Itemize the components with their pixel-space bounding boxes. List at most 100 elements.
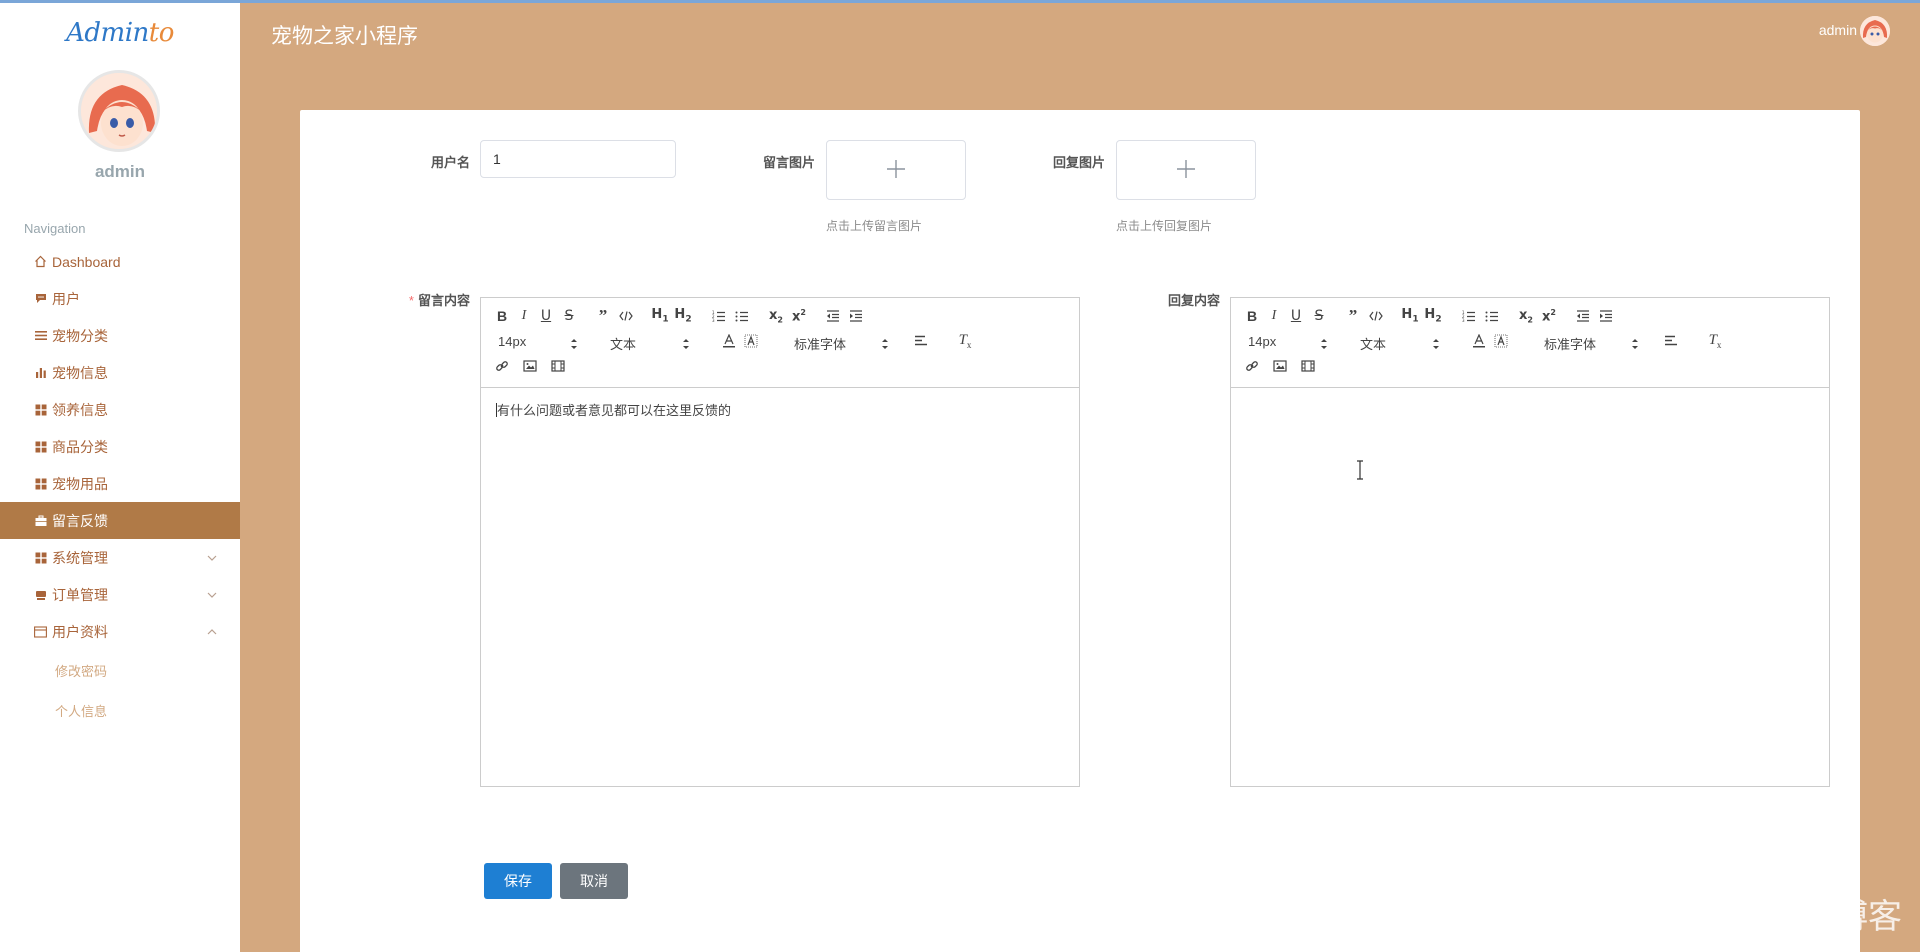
sidebar-subitem-change-password[interactable]: 修改密码: [0, 650, 240, 690]
text-color-icon[interactable]: [718, 331, 740, 351]
username-label: 用户名: [430, 155, 470, 170]
bold-icon[interactable]: B: [491, 306, 513, 326]
sidebar-item-product-category[interactable]: 商品分类: [0, 428, 240, 465]
code-block-icon[interactable]: [615, 306, 637, 326]
save-button[interactable]: 保存: [484, 863, 552, 899]
reply-content-label: 回复内容: [1167, 293, 1220, 308]
font-family-select[interactable]: 标准字体: [794, 334, 889, 354]
content-editor-body[interactable]: 有什么问题或者意见都可以在这里反馈的: [481, 388, 1079, 786]
strike-icon[interactable]: S: [1308, 306, 1330, 326]
image-icon[interactable]: [519, 356, 541, 376]
italic-icon[interactable]: I: [513, 306, 535, 326]
sidebar-username: admin: [94, 162, 146, 181]
chevron-down-icon: [206, 551, 218, 563]
top-accent-line: [0, 0, 1920, 3]
header-avatar[interactable]: [1860, 16, 1890, 46]
sidebar-item-profile[interactable]: 用户资料: [0, 613, 240, 650]
sidebar-subitem-personal-info[interactable]: 个人信息: [0, 690, 240, 730]
superscript-icon[interactable]: x2: [788, 306, 810, 326]
message-image-upload[interactable]: [826, 140, 966, 200]
sidebar-item-dashboard[interactable]: Dashboard: [0, 243, 240, 280]
h2-icon[interactable]: H2: [672, 306, 694, 326]
username-input[interactable]: [480, 140, 676, 178]
bar-chart-icon: [33, 366, 48, 379]
indent-icon[interactable]: [845, 306, 867, 326]
app-logo[interactable]: Adminto: [0, 18, 240, 48]
sidebar-item-pet-info[interactable]: 宠物信息: [0, 354, 240, 391]
h2-icon[interactable]: H2: [1422, 306, 1444, 326]
image-icon[interactable]: [1269, 356, 1291, 376]
content-editor-toolbar: B I U S ” H1 H2 1 2 3 x2 x2 14px 文本 标准字体 Tx: [481, 298, 1079, 388]
link-icon[interactable]: [1241, 356, 1263, 376]
sidebar-item-adoption[interactable]: 领养信息: [0, 391, 240, 428]
reply-editor-toolbar: B I U S ” H1 H2 1 2 3 x2 x2 14px 文本 标准字体 Tx: [1231, 298, 1829, 388]
text-color-icon[interactable]: [1468, 331, 1490, 351]
clean-icon[interactable]: Tx: [1704, 331, 1726, 351]
svg-text:3: 3: [1462, 318, 1465, 322]
nav-heading: Navigation: [24, 221, 86, 236]
video-icon[interactable]: [547, 356, 569, 376]
strike-icon[interactable]: S: [558, 306, 580, 326]
header-select[interactable]: 文本: [610, 334, 690, 354]
grid-icon: [33, 477, 48, 490]
reply-image-upload[interactable]: [1116, 140, 1256, 200]
reply-editor[interactable]: B I U S ” H1 H2 1 2 3 x2 x2 14px 文本 标准字体 Tx: [1230, 297, 1830, 787]
clean-icon[interactable]: Tx: [954, 331, 976, 351]
h1-icon[interactable]: H1: [1399, 306, 1421, 326]
sidebar-item-pet-category[interactable]: 宠物分类: [0, 317, 240, 354]
message-image-label: 留言图片: [762, 155, 815, 170]
font-size-select[interactable]: 14px: [498, 334, 578, 354]
italic-icon[interactable]: I: [1263, 306, 1285, 326]
subscript-icon[interactable]: x2: [765, 306, 787, 326]
app-title: 宠物之家小程序: [271, 25, 418, 48]
plus-icon: [885, 158, 907, 183]
sidebar-avatar[interactable]: [78, 70, 160, 152]
list-icon: [33, 329, 48, 342]
header-username[interactable]: admin: [1819, 22, 1857, 38]
sidebar-item-users[interactable]: 用户: [0, 280, 240, 317]
bullet-list-icon[interactable]: [1481, 306, 1503, 326]
reply-editor-body[interactable]: [1231, 388, 1829, 786]
message-image-tip: 点击上传留言图片: [826, 219, 923, 233]
blockquote-icon[interactable]: ”: [1342, 306, 1364, 326]
svg-text:3: 3: [712, 318, 715, 322]
font-family-select[interactable]: 标准字体: [1544, 334, 1639, 354]
chevron-down-icon: [206, 588, 218, 600]
home-icon: [33, 255, 48, 268]
subscript-icon[interactable]: x2: [1515, 306, 1537, 326]
outdent-icon[interactable]: [1572, 306, 1594, 326]
grid-icon: [33, 440, 48, 453]
background-color-icon[interactable]: [1490, 331, 1512, 351]
sidebar-item-feedback[interactable]: 留言反馈: [0, 502, 240, 539]
content-editor[interactable]: B I U S ” H1 H2 1 2 3 x2 x2 14px 文本 标准字体 Tx 有什么问题或者意见都可…: [480, 297, 1080, 787]
h1-icon[interactable]: H1: [649, 306, 671, 326]
align-icon[interactable]: [1660, 331, 1682, 351]
sidebar-item-system[interactable]: 系统管理: [0, 539, 240, 576]
underline-icon[interactable]: U: [1285, 306, 1307, 326]
header-select[interactable]: 文本: [1360, 334, 1440, 354]
sidebar-nav: Dashboard 用户 宠物分类 宠物信息 领养信息 商品分类 宠物用品 留言…: [0, 243, 240, 730]
outdent-icon[interactable]: [822, 306, 844, 326]
chevron-up-icon: [206, 625, 218, 637]
link-icon[interactable]: [491, 356, 513, 376]
briefcase-icon: [33, 514, 48, 527]
ordered-list-icon[interactable]: 123: [1458, 306, 1480, 326]
sidebar-item-pet-supplies[interactable]: 宠物用品: [0, 465, 240, 502]
grid-icon: [33, 403, 48, 416]
ordered-list-icon[interactable]: 123: [708, 306, 730, 326]
reply-image-label: 回复图片: [1052, 155, 1105, 170]
superscript-icon[interactable]: x2: [1538, 306, 1560, 326]
sidebar-item-orders[interactable]: 订单管理: [0, 576, 240, 613]
video-icon[interactable]: [1297, 356, 1319, 376]
indent-icon[interactable]: [1595, 306, 1617, 326]
bullet-list-icon[interactable]: [731, 306, 753, 326]
font-size-select[interactable]: 14px: [1248, 334, 1328, 354]
bold-icon[interactable]: B: [1241, 306, 1263, 326]
underline-icon[interactable]: U: [535, 306, 557, 326]
cancel-button[interactable]: 取消: [560, 863, 628, 899]
code-block-icon[interactable]: [1365, 306, 1387, 326]
grid-icon: [33, 551, 48, 564]
background-color-icon[interactable]: [740, 331, 762, 351]
align-icon[interactable]: [910, 331, 932, 351]
blockquote-icon[interactable]: ”: [592, 306, 614, 326]
